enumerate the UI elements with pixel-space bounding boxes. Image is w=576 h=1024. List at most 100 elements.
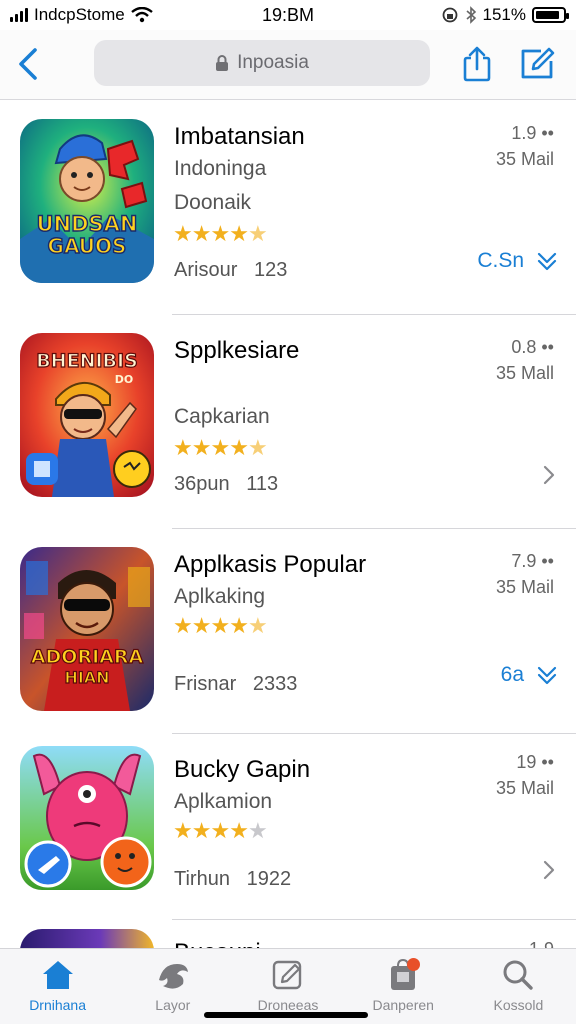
- app-icon[interactable]: BHENIBIS DO: [20, 333, 154, 497]
- navigation-bar: Inpoasia: [0, 30, 576, 100]
- bluetooth-icon: [465, 6, 476, 24]
- icon-text: BHENIBIS: [36, 350, 138, 372]
- lock-icon: [216, 55, 229, 71]
- status-bar: IndcpStome 19:BM 151%: [0, 0, 576, 30]
- app-size: 35 Mail: [495, 149, 554, 169]
- app-meta: Frisnar 2333: [174, 673, 297, 696]
- tab-label: Layor: [155, 997, 191, 1013]
- app-developer: Capkarian: [174, 405, 270, 428]
- app-icon[interactable]: [20, 746, 154, 890]
- icon-text: HIAN: [64, 668, 109, 687]
- app-subtitle: Aplkaking: [174, 585, 266, 608]
- star-empty-icon: ★: [247, 818, 268, 843]
- chevron-down-icon: [537, 252, 557, 271]
- star-full-icon: ★: [191, 435, 212, 460]
- app-developer: Doonaik: [174, 191, 252, 214]
- star-full-icon: ★: [229, 818, 249, 843]
- tab-label: Danperen: [372, 997, 434, 1013]
- app-title: Imbatansian: [174, 123, 305, 150]
- star-full-icon: ★: [229, 613, 249, 638]
- app-version: 0.8 ••: [511, 337, 554, 357]
- back-button[interactable]: [10, 42, 46, 86]
- compose-button[interactable]: [516, 42, 560, 86]
- app-meta: Arisour 123: [174, 259, 287, 282]
- get-button-label: 6a: [500, 663, 524, 686]
- star-full-icon: ★: [210, 613, 230, 638]
- get-button[interactable]: 6a: [501, 663, 558, 687]
- app-icon[interactable]: UNDSAN GAUOS: [20, 119, 154, 283]
- edit-icon: [269, 957, 307, 993]
- app-list: UNDSAN GAUOS Imbatansian Indoninga Doona…: [0, 101, 576, 920]
- address-text: Inpoasia: [237, 52, 309, 73]
- app-version: 7.9 ••: [511, 551, 554, 571]
- app-meta: Tirhun 1922: [174, 868, 291, 891]
- app-size: 35 Mail: [495, 778, 554, 798]
- app-title: Applkasis Popular: [174, 551, 367, 578]
- star-full-icon: ★: [191, 613, 212, 638]
- tab-label: Drnihana: [29, 997, 87, 1013]
- app-icon[interactable]: ADORIARA HIAN: [20, 547, 154, 711]
- tab-label: Kossold: [493, 997, 544, 1013]
- star-full-icon: ★: [210, 221, 230, 246]
- app-meta-value: 113: [246, 473, 279, 495]
- shopping-bag-icon: [384, 957, 422, 993]
- app-title: Spplkesiare: [174, 337, 300, 364]
- chevron-left-icon: [19, 48, 37, 80]
- icon-text: UNDSAN: [36, 212, 137, 236]
- battery-percent: 151%: [482, 5, 526, 24]
- open-row-button[interactable]: [540, 463, 558, 487]
- address-bar[interactable]: Inpoasia: [94, 40, 430, 86]
- app-meta-label: 36pun: [174, 473, 230, 495]
- app-version: 1.9 ••: [511, 123, 554, 143]
- app-row-partial[interactable]: Bucoupi 1.9: [0, 917, 576, 951]
- star-full-icon: ★: [173, 221, 193, 246]
- battery-level: [536, 11, 560, 19]
- home-indicator: [204, 1012, 368, 1018]
- share-button[interactable]: [458, 42, 496, 86]
- search-icon: [499, 957, 537, 993]
- star-full-icon: ★: [173, 613, 193, 638]
- status-right: 151%: [441, 5, 569, 25]
- tab-label: Droneeas: [257, 997, 319, 1013]
- app-size: 35 Mall: [495, 363, 554, 383]
- app-meta: 36pun 113: [174, 473, 278, 496]
- icon-text: ADORIARA: [31, 646, 144, 668]
- star-half-icon: ★: [247, 613, 268, 638]
- wifi-icon: [130, 7, 153, 23]
- star-full-icon: ★: [210, 818, 230, 843]
- app-title: Bucky Gapin: [174, 756, 311, 783]
- app-subtitle: Indoninga: [174, 157, 267, 180]
- chevron-down-icon: [537, 666, 557, 685]
- compose-icon: [521, 47, 555, 79]
- app-meta-label: Tirhun: [174, 868, 230, 890]
- home-icon: [39, 957, 77, 993]
- get-button-label: C.Sn: [477, 249, 524, 272]
- star-full-icon: ★: [173, 435, 193, 460]
- battery-icon: [532, 7, 569, 23]
- app-row[interactable]: Bucky Gapin Aplkamion ★★★★★ Tirhun 1922 …: [0, 734, 576, 920]
- signal-icon: [10, 8, 28, 22]
- app-subtitle: Aplkamion: [174, 790, 273, 813]
- star-full-icon: ★: [173, 818, 193, 843]
- app-version: 19 ••: [516, 752, 554, 772]
- carrier-name: IndcpStome: [34, 5, 125, 24]
- rating-stars: ★★★★★: [173, 221, 268, 247]
- star-full-icon: ★: [210, 435, 230, 460]
- app-meta-label: Arisour: [174, 259, 238, 281]
- app-size: 35 Mail: [495, 577, 554, 597]
- status-left: IndcpStome: [10, 5, 153, 25]
- app-row[interactable]: BHENIBIS DO Spplkesiare Capkarian ★★★★★ …: [0, 315, 576, 529]
- open-row-button[interactable]: [540, 858, 558, 882]
- get-button[interactable]: C.Sn: [477, 249, 558, 273]
- app-meta-label: Frisnar: [174, 673, 237, 695]
- icon-text: DO: [115, 373, 133, 386]
- app-meta-value: 2333: [252, 673, 298, 695]
- icon-text: GAUOS: [48, 234, 127, 258]
- app-row[interactable]: ADORIARA HIAN Applkasis Popular Aplkakin…: [0, 529, 576, 734]
- star-full-icon: ★: [191, 221, 212, 246]
- tab-search[interactable]: Kossold: [461, 949, 576, 1024]
- app-row[interactable]: UNDSAN GAUOS Imbatansian Indoninga Doona…: [0, 101, 576, 315]
- tab-home[interactable]: Drnihana: [0, 949, 115, 1024]
- bird-icon: [154, 957, 192, 993]
- star-half-icon: ★: [247, 221, 268, 246]
